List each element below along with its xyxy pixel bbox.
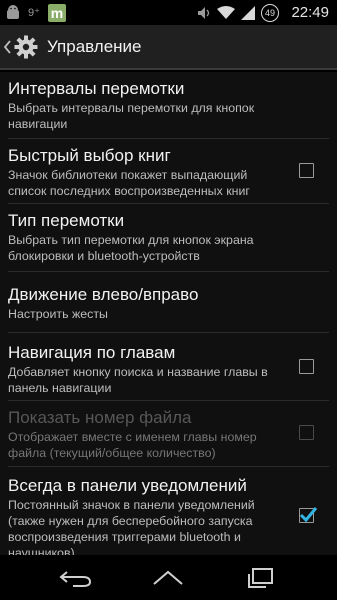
checkbox-quick-book-select[interactable]: [299, 163, 314, 178]
pref-title: Показать номер файла: [8, 408, 192, 427]
status-right-icons: 49: [197, 0, 279, 25]
battery-level: 49: [264, 7, 275, 18]
home-icon: [153, 570, 184, 585]
pref-title: Интервалы перемотки: [8, 79, 185, 98]
pref-title: Быстрый выбор книг: [8, 146, 171, 165]
pref-swipe-gestures[interactable]: Движение влево/вправо Настроить жесты: [0, 284, 337, 322]
pref-summary: Значок библиотеки покажет выпадающий спи…: [8, 168, 250, 198]
signal-icon: [241, 5, 255, 20]
pref-summary: Выбрать тип перемотки для кнопок экрана …: [8, 233, 254, 263]
pref-always-in-notification[interactable]: Всегда в панели уведомлений Постоянный з…: [0, 475, 337, 555]
notification-badge: 9⁺: [28, 7, 40, 19]
pref-summary: Выбрать интервалы перемотки для кнопок н…: [8, 101, 255, 131]
pref-quick-book-select[interactable]: Быстрый выбор книг Значок библиотеки пок…: [0, 145, 337, 199]
nav-back-button[interactable]: [53, 563, 99, 593]
pref-summary: Постоянный значок в панели уведомлений (…: [8, 498, 255, 555]
wifi-icon: [217, 5, 235, 19]
divider: [8, 138, 329, 139]
checkmark-icon: [299, 507, 318, 523]
divider: [8, 203, 329, 204]
divider: [8, 466, 329, 467]
pref-title: Всегда в панели уведомлений: [8, 476, 247, 495]
pref-title: Движение влево/вправо: [8, 285, 199, 304]
status-bar: 9⁺ m 49 22:49: [0, 0, 337, 25]
checkbox-always-in-notification[interactable]: [299, 507, 318, 523]
gear-icon[interactable]: [13, 34, 39, 60]
pref-rewind-intervals[interactable]: Интервалы перемотки Выбрать интервалы пе…: [0, 78, 337, 132]
pref-summary: Отображает вместе с именем главы номер ф…: [8, 430, 257, 460]
status-left-icons: 9⁺ m: [6, 0, 66, 25]
pref-rewind-type[interactable]: Тип перемотки Выбрать тип перемотки для …: [0, 210, 337, 264]
pref-title: Тип перемотки: [8, 211, 125, 230]
preference-list[interactable]: Интервалы перемотки Выбрать интервалы пе…: [0, 72, 337, 555]
pref-summary: Добавляет кнопку поиска и название главы…: [8, 365, 268, 395]
nav-recents-button[interactable]: [238, 563, 284, 593]
divider: [8, 271, 329, 272]
status-time: 22:49: [291, 4, 329, 21]
page-title: Управление: [47, 36, 142, 56]
pref-show-file-number: Показать номер файла Отображает вместе с…: [0, 407, 337, 461]
pref-title: Навигация по главам: [8, 343, 176, 362]
back-icon: [59, 570, 92, 587]
nav-home-button[interactable]: [145, 563, 191, 593]
navigation-bar: [0, 555, 337, 600]
android-icon: [7, 4, 19, 19]
checkbox-chapter-navigation[interactable]: [299, 359, 314, 374]
svg-text:m: m: [51, 5, 63, 21]
pref-chapter-navigation[interactable]: Навигация по главам Добавляет кнопку пои…: [0, 342, 337, 396]
chevron-left-icon[interactable]: [3, 39, 11, 54]
divider: [8, 332, 329, 333]
square-m-icon: m: [47, 3, 66, 22]
battery-icon: 49: [261, 3, 279, 22]
pref-summary: Настроить жесты: [8, 307, 108, 321]
sound-icon: [198, 6, 210, 19]
checkbox-show-file-number: [299, 425, 314, 440]
recents-icon: [247, 567, 273, 588]
action-bar: Управление: [0, 25, 337, 70]
divider: [8, 400, 329, 401]
